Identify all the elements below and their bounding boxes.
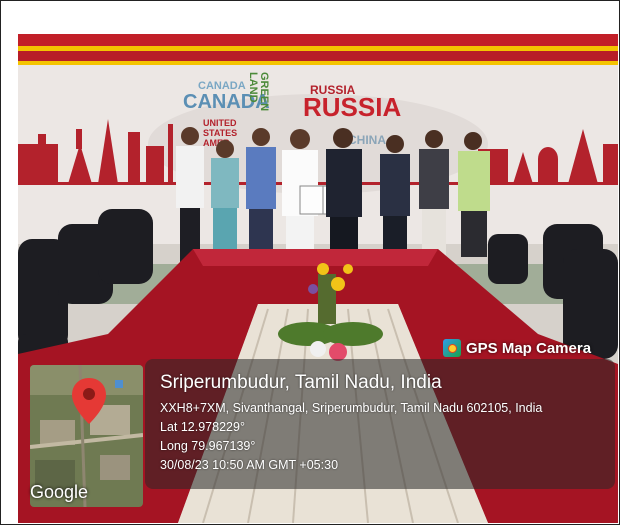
gps-map-camera-tag: GPS Map Camera [443,337,591,359]
map-brand-label: Google [30,482,89,502]
longitude: Long 79.967139° [160,439,256,453]
svg-text:STATES: STATES [203,128,237,138]
gps-camera-icon [443,339,461,357]
place-name: Sriperumbudur, Tamil Nadu, India [160,372,442,393]
location-details: Sriperumbudur, Tamil Nadu, India XXH8+7X… [160,372,542,475]
gps-app-label: GPS Map Camera [466,339,592,357]
datetime: 30/08/23 10:50 AM GMT +05:30 [160,458,339,472]
address-line: XXH8+7XM, Sivanthangal, Sriperumbudur, T… [160,401,543,415]
svg-text:RUSSIA: RUSSIA [303,92,401,122]
svg-text:LAND: LAND [247,72,259,103]
svg-text:UNITED: UNITED [203,118,237,128]
location-pin-icon [72,378,106,424]
svg-text:CHINA: CHINA [348,133,386,147]
latitude: Lat 12.978229° [160,420,245,434]
